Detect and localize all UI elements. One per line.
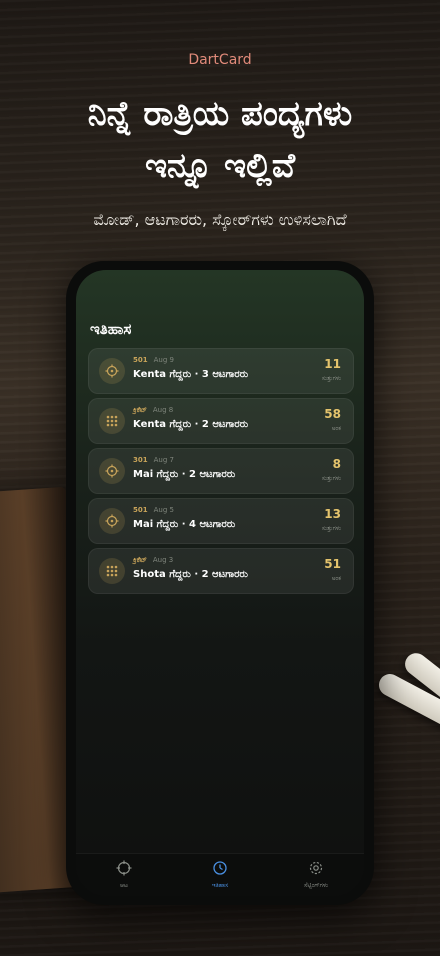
score-unit: ಅಂಕ <box>331 425 341 432</box>
game-summary: Mai ಗೆದ್ದರು · 4 ಆಟಗಾರರು <box>133 519 236 530</box>
grid-icon <box>99 408 125 434</box>
score-unit: ಸುತ್ತುಗಳು <box>321 375 341 382</box>
history-item[interactable]: ಕ್ರಿಕೆಟ್ Aug 8 Kenta ಗೆದ್ದರು · 2 ಆಟಗಾರರು … <box>88 398 354 444</box>
history-item[interactable]: 501 Aug 9 Kenta ಗೆದ್ದರು · 3 ಆಟಗಾರರು 11 ಸು… <box>88 348 354 394</box>
history-item[interactable]: 501 Aug 5 Mai ಗೆದ್ದರು · 4 ಆಟಗಾರರು 13 ಸುತ್… <box>88 498 354 544</box>
page-title: ಇತಿಹಾಸ <box>90 320 132 338</box>
game-score: 8 <box>332 457 341 471</box>
brand-name: DartCard <box>188 52 252 68</box>
score-unit: ಅಂಕ <box>331 575 341 582</box>
headline-line-2: ಇನ್ನೂ ಇಲ್ಲಿವೆ <box>144 146 296 186</box>
game-mode: 501 <box>133 356 148 364</box>
game-meta: ಕ್ರಿಕೆಟ್ Aug 3 <box>133 556 173 565</box>
game-date: Aug 3 <box>152 556 174 564</box>
score-unit: ಸುತ್ತುಗಳು <box>321 475 341 482</box>
game-mode: ಕ್ರಿಕೆಟ್ <box>133 406 147 414</box>
tab-bar: ಆಟ ಇತಿಹಾಸ ಸೆಟ್ಟಿಂಗ್‌ಗಳು <box>76 853 364 896</box>
crosshair-icon <box>116 860 132 876</box>
game-meta: 301 Aug 7 <box>133 456 174 464</box>
game-summary: Kenta ಗೆದ್ದರು · 2 ಆಟಗಾರರು <box>133 419 249 430</box>
game-summary: Kenta ಗೆದ್ದರು · 3 ಆಟಗಾರರು <box>133 369 249 380</box>
tab-settings[interactable]: ಸೆಟ್ಟಿಂಗ್‌ಗಳು <box>276 860 356 890</box>
game-score: 11 <box>324 357 341 371</box>
history-item[interactable]: ಕ್ರಿಕೆಟ್ Aug 3 Shota ಗೆದ್ದರು · 2 ಆಟಗಾರರು … <box>88 548 354 594</box>
tab-play[interactable]: ಆಟ <box>84 860 164 890</box>
game-score: 13 <box>324 507 341 521</box>
headline-line-1: ನಿನ್ನೆ ರಾತ್ರಿಯ ಪಂದ್ಯಗಳು <box>87 94 353 134</box>
game-date: Aug 5 <box>153 506 174 514</box>
tab-history[interactable]: ಇತಿಹಾಸ <box>180 860 260 890</box>
game-score: 58 <box>324 407 341 421</box>
tab-label: ಇತಿಹಾಸ <box>211 882 229 889</box>
subheadline: ಮೋಡ್, ಆಟಗಾರರು, ಸ್ಕೋರ್‌ಗಳು ಉಳಿಸಲಾಗಿದೆ <box>93 210 347 229</box>
tab-label: ಆಟ <box>120 882 128 889</box>
game-date: Aug 7 <box>153 456 174 464</box>
game-summary: Mai ಗೆದ್ದರು · 2 ಆಟಗಾರರು <box>133 469 236 480</box>
target-icon <box>99 358 125 384</box>
game-meta: 501 Aug 5 <box>133 506 174 514</box>
history-item[interactable]: 301 Aug 7 Mai ಗೆದ್ದರು · 2 ಆಟಗಾರರು 8 ಸುತ್ತ… <box>88 448 354 494</box>
game-mode: 301 <box>133 456 148 464</box>
game-mode: 501 <box>133 506 148 514</box>
gear-icon <box>309 861 323 875</box>
phone-screen: ಇತಿಹಾಸ 501 Aug 9 Kenta ಗೆದ್ದರು · 3 ಆಟಗಾರರ… <box>76 270 364 896</box>
headline: ನಿನ್ನೆ ರಾತ್ರಿಯ ಪಂದ್ಯಗಳು ಇನ್ನೂ ಇಲ್ಲಿವೆ <box>0 88 440 192</box>
game-meta: 501 Aug 9 <box>133 356 174 364</box>
game-score: 51 <box>324 557 341 571</box>
phone-mockup: ಇತಿಹಾಸ 501 Aug 9 Kenta ಗೆದ್ದರು · 3 ಆಟಗಾರರ… <box>66 261 374 905</box>
tab-label: ಸೆಟ್ಟಿಂಗ್‌ಗಳು <box>303 882 329 889</box>
grid-icon <box>99 558 125 584</box>
score-unit: ಸುತ್ತುಗಳು <box>321 525 341 532</box>
game-date: Aug 8 <box>152 406 174 414</box>
game-mode: ಕ್ರಿಕೆಟ್ <box>133 556 147 564</box>
target-icon <box>99 458 125 484</box>
game-summary: Shota ಗೆದ್ದರು · 2 ಆಟಗಾರರು <box>133 569 248 580</box>
clock-icon <box>213 861 227 875</box>
game-date: Aug 9 <box>153 356 174 364</box>
target-icon <box>99 508 125 534</box>
game-meta: ಕ್ರಿಕೆಟ್ Aug 8 <box>133 406 173 415</box>
